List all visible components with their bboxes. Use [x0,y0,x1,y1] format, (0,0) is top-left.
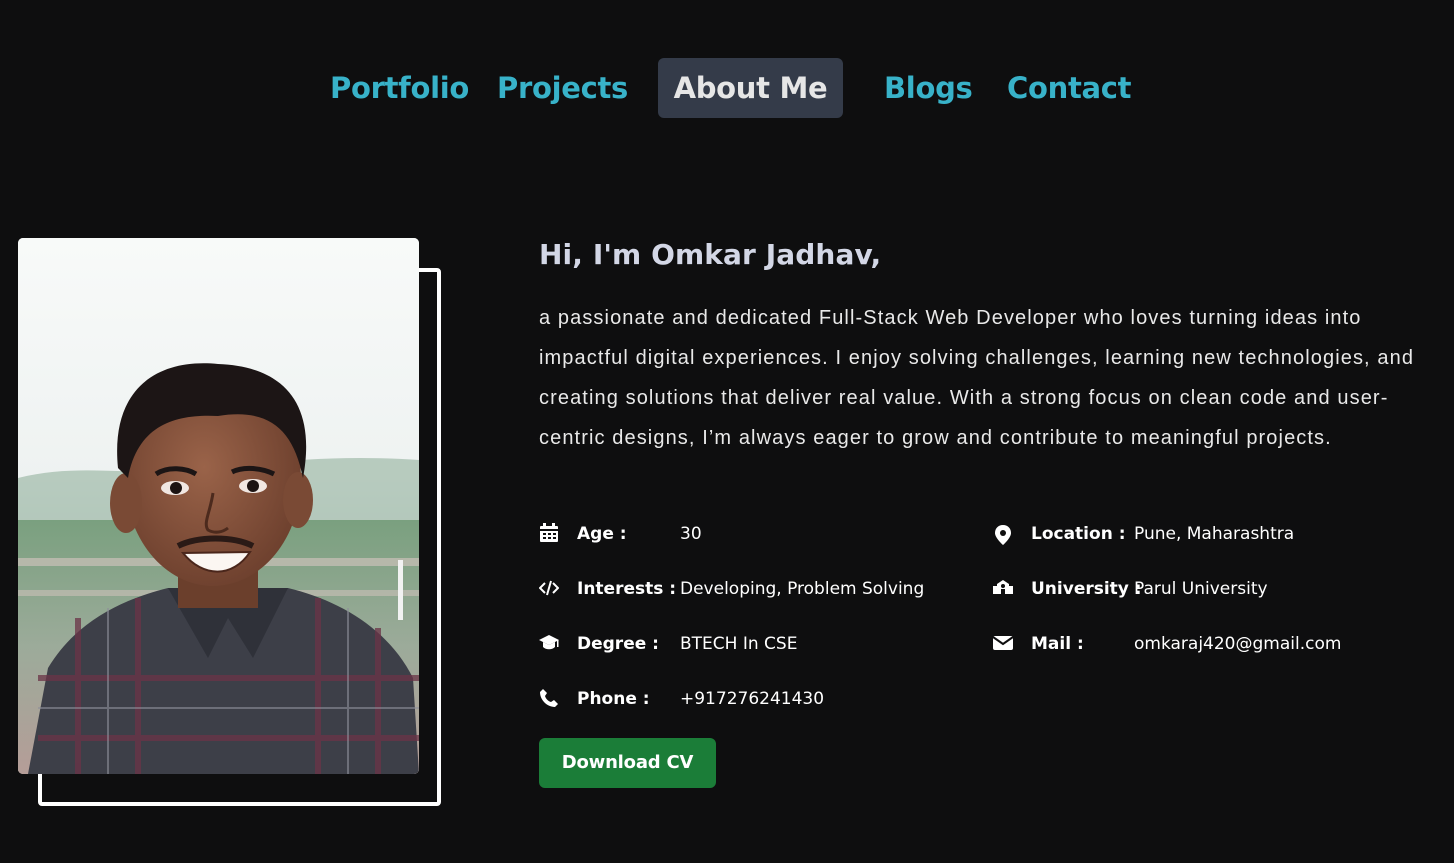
info-age: Age : 30 [539,519,959,549]
nav-about-me[interactable]: About Me [658,58,843,118]
info-phone: Phone : +917276241430 [539,684,959,714]
interests-label: Interests : [577,579,677,599]
university-label: University : [1031,579,1142,599]
code-icon [539,580,559,596]
info-interests: Interests : Developing, Problem Solving [539,574,959,604]
degree-label: Degree : [577,634,659,654]
info-mail: Mail : omkaraj420@gmail.com [993,629,1433,659]
calendar-icon [540,523,558,542]
info-degree: Degree : BTECH In CSE [539,629,959,659]
map-pin-icon [995,525,1011,545]
university-value: Parul University [1134,579,1268,599]
main-nav: Portfolio Projects About Me Blogs Contac… [0,58,1454,118]
school-icon [993,580,1013,594]
envelope-icon [993,636,1013,650]
download-cv-button[interactable]: Download CV [539,738,716,788]
nav-projects[interactable]: Projects [497,58,628,118]
nav-contact[interactable]: Contact [1007,58,1132,118]
info-location: Location : Pune, Maharashtra [993,519,1433,549]
nav-portfolio[interactable]: Portfolio [330,58,469,118]
phone-icon [540,689,558,707]
age-label: Age : [577,524,627,544]
degree-value: BTECH In CSE [680,634,798,654]
graduation-cap-icon [539,635,559,650]
location-label: Location : [1031,524,1126,544]
about-greeting: Hi, I'm Omkar Jadhav, [539,238,882,271]
location-value: Pune, Maharashtra [1134,524,1295,544]
phone-value: +917276241430 [680,689,825,709]
about-bio: a passionate and dedicated Full-Stack We… [539,307,1415,449]
profile-photo [18,238,419,774]
interests-value: Developing, Problem Solving [680,579,925,599]
age-value: 30 [680,524,702,544]
nav-blogs[interactable]: Blogs [884,58,973,118]
info-university: University : Parul University [993,574,1433,604]
phone-label: Phone : [577,689,650,709]
mail-value[interactable]: omkaraj420@gmail.com [1134,629,1341,659]
mail-label: Mail : [1031,634,1084,654]
